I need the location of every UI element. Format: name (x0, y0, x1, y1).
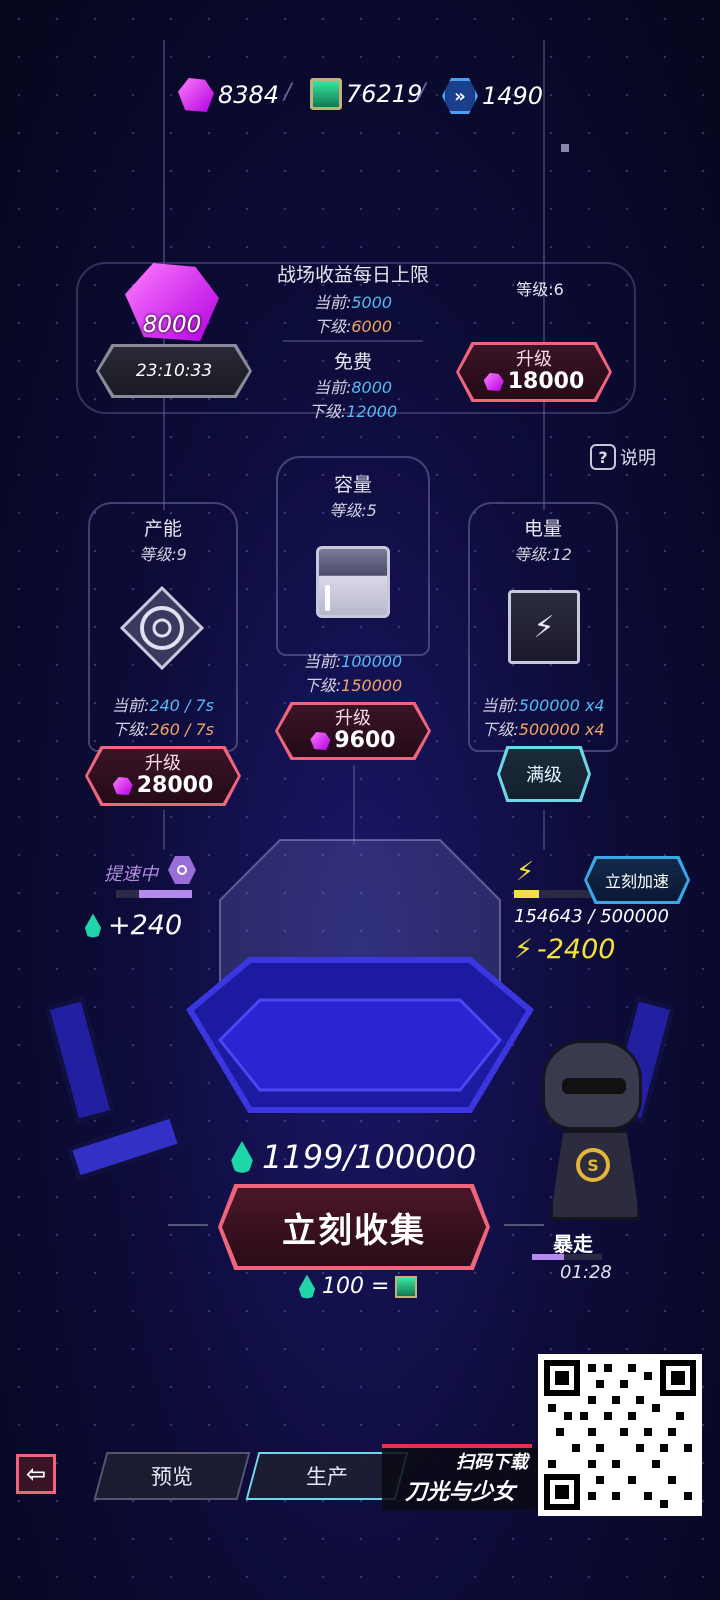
reactor-graphic (186, 839, 534, 1113)
upgrade-label: 升级 (516, 349, 552, 370)
help-label: 说明 (620, 448, 656, 469)
battlefield-current: 当前:5000 (313, 293, 393, 312)
capacity-current: 当前:100000 (303, 652, 403, 671)
capacity-level: 等级:5 (329, 501, 377, 520)
power-header: 电量 等级:12 (468, 514, 618, 565)
battlefield-timer-badge: 23:10:33 (96, 344, 252, 398)
upgrade-label: 升级 (145, 753, 181, 774)
gem-icon (483, 373, 504, 391)
collect-rate: 100 = (298, 1274, 418, 1299)
speed-up-label: 立刻加速 (604, 872, 669, 891)
production-next: 下级:260 / 7s (111, 720, 215, 739)
gem-count: 8384 (218, 81, 280, 109)
gem-icon (112, 777, 133, 795)
power-current: 当前:500000 x4 (481, 696, 605, 715)
battlefield-level: 等级:6 (516, 280, 564, 299)
battlefield-title: 战场收益每日上限 (276, 264, 429, 286)
capacity-stats: 当前:100000 下级:150000 (266, 648, 440, 696)
upgrade-cost: 9600 (310, 729, 396, 753)
boost-label: 提速中 (104, 864, 158, 885)
scroll-currency: 76219 (310, 78, 422, 110)
decor-dot (561, 144, 569, 152)
production-core-icon (118, 584, 206, 672)
gem-icon (178, 78, 214, 112)
battlefield-gem-amount: 8000 (142, 312, 202, 338)
collect-now-label: 立刻收集 (282, 1210, 426, 1251)
water-drop-icon (298, 1274, 316, 1299)
currency-separator: / (418, 80, 426, 105)
production-current: 当前:240 / 7s (111, 696, 215, 715)
max-level-label: 满级 (526, 765, 562, 786)
power-level: 等级:12 (514, 545, 572, 564)
storage-readout: 1199/100000 (230, 1138, 476, 1176)
free-current: 当前:8000 (313, 378, 393, 397)
gem-icon (310, 732, 331, 750)
power-stats: 当前:500000 x4 下级:500000 x4 (460, 692, 626, 740)
question-icon: ? (590, 444, 616, 470)
token-icon: » (442, 78, 478, 114)
qr-code (538, 1354, 702, 1516)
capacity-next: 下级:150000 (303, 676, 403, 695)
upgrade-label: 升级 (335, 708, 371, 729)
promo-banner: 扫码下载 刀光与少女 (382, 1448, 538, 1510)
tab-preview-label: 预览 (151, 1465, 193, 1489)
token-currency: » 1490 (442, 78, 543, 114)
scroll-icon (395, 1275, 418, 1298)
help-button[interactable]: ? 说明 (590, 444, 656, 470)
free-title: 免费 (333, 351, 372, 373)
collect-now-button[interactable]: 立刻收集 (218, 1184, 490, 1270)
promo-line1: 扫码下载 (456, 1452, 528, 1473)
decor-line (504, 1224, 544, 1226)
currency-separator: / (284, 80, 292, 105)
battlefield-upgrade-button[interactable]: 升级 18000 (456, 342, 612, 402)
character-avatar[interactable]: S (520, 1030, 680, 1220)
production-upgrade-button[interactable]: 升级 28000 (85, 746, 241, 806)
capacity-header: 容量 等级:5 (276, 470, 430, 521)
power-next: 下级:500000 x4 (481, 720, 605, 739)
water-drop-icon (231, 1141, 253, 1173)
scroll-count: 76219 (346, 80, 423, 108)
tab-preview[interactable]: 预览 (93, 1452, 251, 1500)
free-next: 下级:12000 (308, 402, 398, 421)
battlefield-info: 战场收益每日上限 当前:5000 下级:6000 免费 当前:8000 下级:1… (240, 260, 466, 422)
decor-line (168, 1224, 208, 1226)
production-stats: 当前:240 / 7s 下级:260 / 7s (80, 692, 246, 740)
capacity-upgrade-button[interactable]: 升级 9600 (275, 702, 431, 760)
battlefield-timer: 23:10:33 (135, 361, 213, 381)
production-header: 产能 等级:9 (88, 514, 238, 565)
production-level: 等级:9 (139, 545, 187, 564)
power-battery-icon: ⚡ (508, 590, 580, 664)
character-status: 暴走 (553, 1232, 593, 1256)
capacity-tank-icon (316, 546, 390, 618)
upgrade-cost: 28000 (112, 774, 213, 798)
back-arrow-icon: ⇦ (25, 1460, 47, 1488)
power-title: 电量 (523, 518, 562, 540)
capacity-title: 容量 (333, 474, 372, 496)
water-drop-icon (84, 913, 102, 938)
power-max-level-badge: 满级 (497, 746, 591, 802)
speed-up-button[interactable]: 立刻加速 (584, 856, 690, 904)
character-timer: 01:28 (560, 1262, 612, 1283)
back-button[interactable]: ⇦ (16, 1454, 56, 1494)
gem-currency: 8384 (178, 78, 279, 112)
character-status-bar (532, 1254, 602, 1260)
tab-produce-label: 生产 (306, 1465, 348, 1489)
token-count: 1490 (482, 82, 544, 110)
qr-code-pattern (544, 1360, 696, 1510)
scroll-icon (310, 78, 342, 110)
production-title: 产能 (143, 518, 182, 540)
promo-line2: 刀光与少女 (404, 1480, 515, 1505)
upgrade-cost: 18000 (483, 370, 584, 394)
battlefield-next: 下级:6000 (313, 317, 393, 336)
